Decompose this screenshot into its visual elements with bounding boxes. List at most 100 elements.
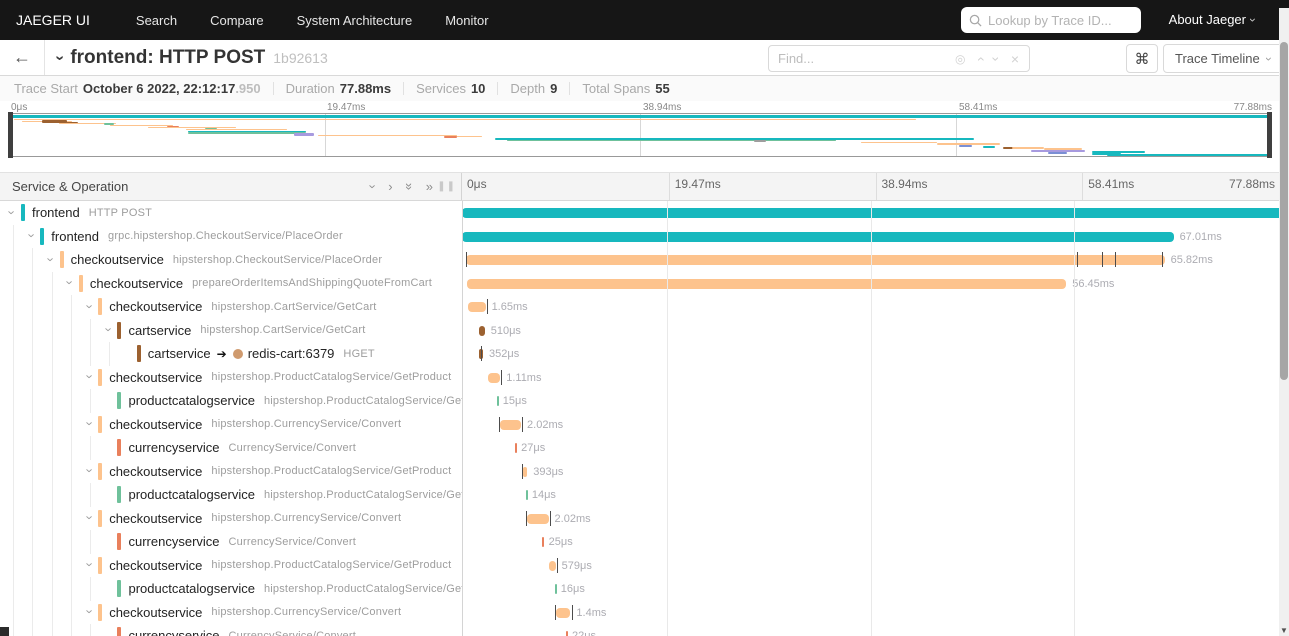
span-name-cell[interactable]: productcatalogservice hipstershop.Product…	[0, 483, 462, 507]
expand-chevron-icon[interactable]: ›	[23, 227, 40, 245]
span-bar-cell[interactable]: 2.02ms	[462, 507, 1289, 531]
expand-chevron-icon[interactable]: ›	[81, 462, 98, 480]
span-duration-bar[interactable]	[549, 560, 556, 571]
span-name-cell[interactable]: cartservice ➔ redis-cart:6379 HGET	[0, 342, 462, 366]
span-bar-cell[interactable]: 67.01ms	[462, 225, 1289, 249]
back-button[interactable]: ←	[0, 40, 45, 75]
minimap-right-drag-handle[interactable]	[1267, 112, 1272, 158]
span-bar-cell[interactable]: 14μs	[462, 483, 1289, 507]
span-row: › checkoutservice hipstershop.ProductCatal…	[0, 553, 1289, 578]
trace-lookup-input[interactable]	[988, 12, 1128, 28]
span-name-cell[interactable]: › frontend HTTP POST	[0, 201, 462, 225]
span-bar-cell[interactable]: 579μs	[462, 554, 1289, 578]
span-bar-cell[interactable]: 393μs	[462, 460, 1289, 484]
expand-chevron-icon[interactable]: ›	[62, 274, 79, 292]
vertical-scrollbar-thumb[interactable]	[1280, 42, 1288, 380]
span-duration-bar[interactable]	[514, 443, 517, 453]
span-bar-cell[interactable]: 1.65ms	[462, 295, 1289, 319]
about-jaeger-menu[interactable]: About Jaeger ›	[1169, 12, 1260, 27]
span-duration-bar[interactable]	[525, 490, 528, 500]
vertical-scrollbar[interactable]: ▼	[1279, 8, 1289, 636]
span-bar-cell[interactable]: 25μs	[462, 530, 1289, 554]
next-match-icon[interactable]: ›	[988, 56, 1004, 61]
trace-lookup-box[interactable]	[961, 7, 1141, 33]
span-name-cell[interactable]: › checkoutservice hipstershop.CurrencyServ…	[0, 600, 462, 624]
span-duration-bar[interactable]	[523, 466, 528, 477]
minimap-left-drag-handle[interactable]	[8, 112, 13, 158]
expand-chevron-icon[interactable]: ›	[81, 556, 98, 574]
scrollbar-down-arrow-icon[interactable]: ▼	[1279, 626, 1289, 635]
span-bar-cell[interactable]: 15μs	[462, 389, 1289, 413]
span-name-cell[interactable]: › frontend grpc.hipstershop.CheckoutServic…	[0, 224, 462, 248]
nav-item-compare[interactable]: Compare	[210, 13, 263, 28]
span-duration-bar[interactable]	[479, 325, 485, 336]
expand-chevron-icon[interactable]: ›	[43, 251, 60, 269]
span-bar-cell[interactable]: 27μs	[462, 436, 1289, 460]
span-duration-bar[interactable]	[555, 607, 571, 618]
expand-chevron-icon[interactable]: ›	[4, 204, 21, 222]
collapse-all-icon[interactable]: »	[402, 183, 417, 190]
span-bar-cell[interactable]: 352μs	[462, 342, 1289, 366]
expand-chevron-icon[interactable]: ›	[81, 509, 98, 527]
span-duration-bar[interactable]	[542, 537, 545, 547]
expand-chevron-icon[interactable]: ›	[81, 368, 98, 386]
clear-find-icon[interactable]: ×	[1011, 51, 1019, 67]
span-duration-bar[interactable]	[465, 255, 1165, 265]
span-duration-bar[interactable]	[565, 631, 568, 636]
span-name-cell[interactable]: › checkoutservice hipstershop.CartService/…	[0, 295, 462, 319]
expand-chevron-icon[interactable]: ›	[81, 415, 98, 433]
panel-divider[interactable]	[462, 201, 463, 636]
span-name-cell[interactable]: productcatalogservice hipstershop.Product…	[0, 577, 462, 601]
span-name-cell[interactable]: › checkoutservice hipstershop.ProductCatal…	[0, 459, 462, 483]
span-name-cell[interactable]: productcatalogservice hipstershop.Product…	[0, 389, 462, 413]
expand-chevron-icon[interactable]: ›	[100, 321, 117, 339]
minimap-canvas[interactable]	[8, 113, 1272, 157]
span-name-cell[interactable]: › checkoutservice hipstershop.ProductCatal…	[0, 365, 462, 389]
span-bar-cell[interactable]: 1.11ms	[462, 366, 1289, 390]
span-name-cell[interactable]: › checkoutservice hipstershop.CurrencyServ…	[0, 412, 462, 436]
nav-item-monitor[interactable]: Monitor	[445, 13, 488, 28]
span-bar-cell[interactable]: 22μs	[462, 624, 1289, 636]
span-name-cell[interactable]: › cartservice hipstershop.CartService/GetC…	[0, 318, 462, 342]
span-name-cell[interactable]: › checkoutservice hipstershop.ProductCatal…	[0, 553, 462, 577]
nav-item-search[interactable]: Search	[136, 13, 177, 28]
span-duration-bar[interactable]	[462, 231, 1174, 242]
span-bar-cell[interactable]: 65.82ms	[462, 248, 1289, 272]
span-bar-cell[interactable]: 2.02ms	[462, 413, 1289, 437]
trace-title-group[interactable]: › frontend: HTTP POST 1b92613	[52, 40, 328, 75]
span-name-cell[interactable]: › checkoutservice hipstershop.CheckoutServ…	[0, 248, 462, 272]
collapse-trace-chevron-icon[interactable]: ›	[51, 55, 69, 60]
collapse-one-icon[interactable]: ›	[366, 184, 381, 188]
span-duration-bar[interactable]	[499, 419, 522, 430]
span-name-cell[interactable]: › checkoutservice hipstershop.CurrencyServ…	[0, 506, 462, 530]
service-color-chip	[98, 298, 103, 316]
expand-chevron-icon[interactable]: ›	[81, 603, 98, 621]
span-duration-bar[interactable]	[488, 372, 501, 383]
keyboard-shortcuts-button[interactable]: ⌘	[1126, 44, 1158, 73]
span-name-cell[interactable]: currencyservice CurrencyService/Convert	[0, 624, 462, 636]
span-bar-cell[interactable]: 56.45ms	[462, 272, 1289, 296]
prev-match-icon[interactable]: ›	[972, 56, 988, 61]
trace-view-selector[interactable]: Trace Timeline ›	[1163, 44, 1283, 73]
expand-one-icon[interactable]: ›	[388, 180, 392, 193]
span-name-cell[interactable]: › checkoutservice prepareOrderItemsAndShip…	[0, 271, 462, 295]
expand-chevron-icon[interactable]: ›	[81, 298, 98, 316]
expand-all-icon[interactable]: »	[426, 180, 433, 193]
span-duration-bar[interactable]	[466, 278, 1067, 289]
span-bar-cell[interactable]: 16μs	[462, 577, 1289, 601]
find-input[interactable]	[769, 51, 955, 66]
span-name-cell[interactable]: currencyservice CurrencyService/Convert	[0, 530, 462, 554]
span-duration-bar[interactable]	[496, 396, 499, 406]
nav-item-system-architecture[interactable]: System Architecture	[297, 13, 413, 28]
span-bar-cell[interactable]	[462, 201, 1289, 225]
span-duration-bar[interactable]	[527, 513, 549, 524]
match-target-icon[interactable]: ◎	[955, 52, 965, 66]
span-name-cell[interactable]: currencyservice CurrencyService/Convert	[0, 436, 462, 460]
span-bar-cell[interactable]: 510μs	[462, 319, 1289, 343]
app-logo[interactable]: JAEGER UI	[0, 12, 90, 28]
span-duration-bar[interactable]	[462, 208, 1289, 218]
column-resize-grip[interactable]: ❚❚	[437, 181, 456, 192]
span-duration-bar[interactable]	[554, 584, 557, 594]
span-bar-cell[interactable]: 1.4ms	[462, 601, 1289, 625]
span-duration-bar[interactable]	[468, 302, 486, 312]
